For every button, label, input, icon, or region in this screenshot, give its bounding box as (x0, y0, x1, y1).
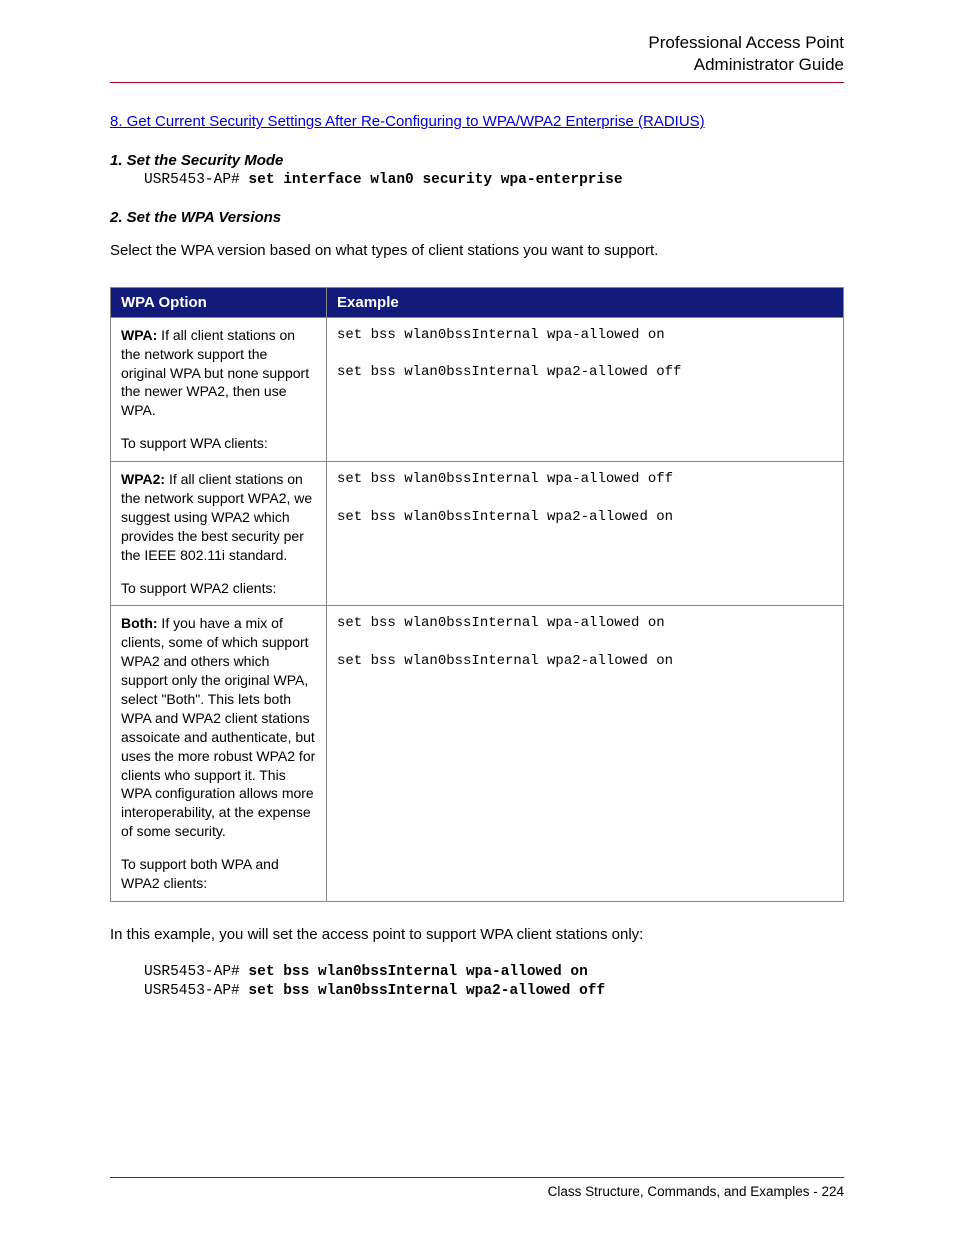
table-header-option: WPA Option (111, 287, 327, 317)
table-row: WPA: If all client stations on the netwo… (111, 317, 844, 461)
cli-prompt: USR5453-AP# (144, 964, 248, 980)
example-command: set bss wlan0bssInternal wpa2-allowed on (337, 652, 833, 672)
step-1-heading: 1. Set the Security Mode (110, 152, 844, 169)
page-footer: Class Structure, Commands, and Examples … (110, 1177, 844, 1199)
cli-command-text: set bss wlan0bssInternal wpa-allowed on (248, 964, 587, 980)
doc-title-line2: Administrator Guide (110, 54, 844, 76)
example-command: set bss wlan0bssInternal wpa2-allowed on (337, 508, 833, 528)
step-1-command: USR5453-AP# set interface wlan0 security… (144, 171, 844, 191)
cli-prompt: USR5453-AP# (144, 172, 248, 188)
example-intro: In this example, you will set the access… (110, 926, 844, 943)
wpa-options-table: WPA Option Example WPA: If all client st… (110, 287, 844, 902)
option-description: WPA2: If all client stations on the netw… (121, 470, 316, 564)
option-lead: Both: (121, 615, 158, 631)
step-2-intro: Select the WPA version based on what typ… (110, 242, 844, 259)
step-2-heading: 2. Set the WPA Versions (110, 209, 844, 226)
table-row: Both: If you have a mix of clients, some… (111, 606, 844, 901)
example-command: set bss wlan0bssInternal wpa-allowed off (337, 470, 833, 490)
cli-command-text: set interface wlan0 security wpa-enterpr… (248, 172, 622, 188)
option-description: WPA: If all client stations on the netwo… (121, 326, 316, 420)
cli-prompt: USR5453-AP# (144, 983, 248, 999)
example-command: set bss wlan0bssInternal wpa-allowed on (337, 614, 833, 634)
document-header: Professional Access Point Administrator … (110, 32, 844, 83)
option-desc-text: If you have a mix of clients, some of wh… (121, 615, 315, 839)
option-lead: WPA: (121, 327, 157, 343)
section-link-8[interactable]: 8. Get Current Security Settings After R… (110, 113, 844, 130)
example-commands-block: USR5453-AP# set bss wlan0bssInternal wpa… (144, 963, 844, 1002)
cli-command-text: set bss wlan0bssInternal wpa2-allowed of… (248, 983, 605, 999)
example-command: set bss wlan0bssInternal wpa2-allowed of… (337, 363, 833, 383)
option-lead: WPA2: (121, 471, 165, 487)
option-support-text: To support WPA2 clients: (121, 579, 316, 598)
option-support-text: To support both WPA and WPA2 clients: (121, 855, 316, 893)
table-row: WPA2: If all client stations on the netw… (111, 462, 844, 606)
doc-title-line1: Professional Access Point (110, 32, 844, 54)
table-header-example: Example (327, 287, 844, 317)
option-support-text: To support WPA clients: (121, 434, 316, 453)
option-description: Both: If you have a mix of clients, some… (121, 614, 316, 841)
example-command: set bss wlan0bssInternal wpa-allowed on (337, 326, 833, 346)
